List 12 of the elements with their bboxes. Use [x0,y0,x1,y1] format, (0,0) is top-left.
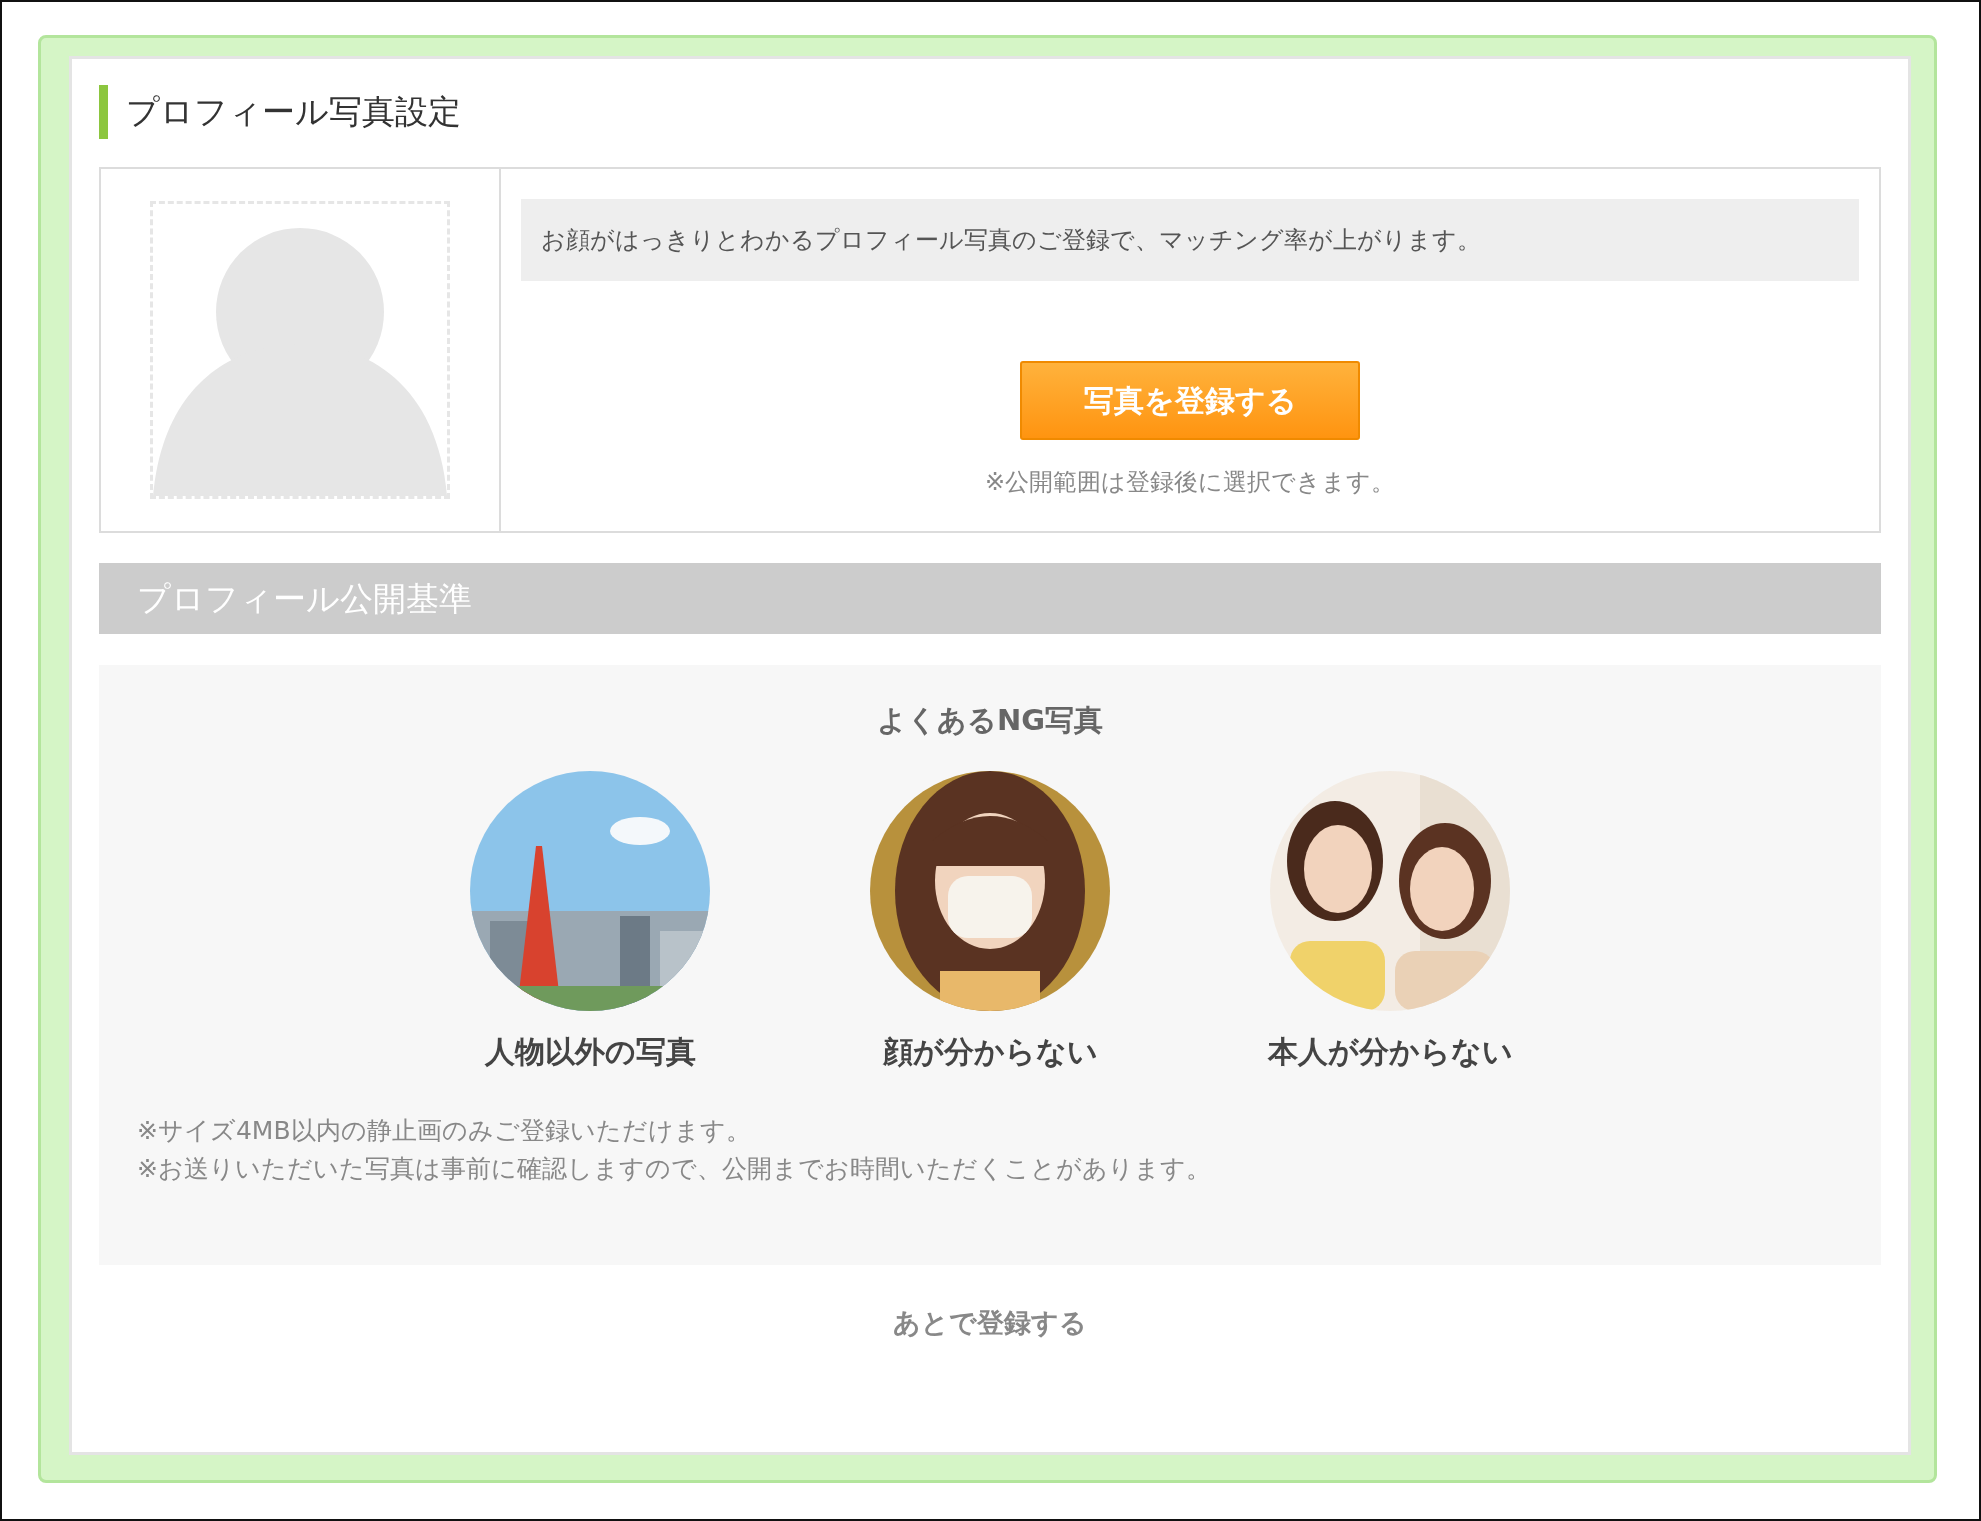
ng-photos-title: よくあるNG写真 [875,702,1105,739]
note-text: ※お送りいただいた写真は事前に確認しますので、公開までお時間いただくことがあります。 [137,1152,1212,1185]
note-text: ※サイズ4MB以内の静止画のみご登録いただけます。 [137,1114,752,1147]
example-caption: 人物以外の写真 [484,1032,696,1071]
register-photo-button[interactable]: 写真を登録する [1020,361,1360,440]
visibility-note: ※公開範囲は登録後に選択できます。 [984,467,1396,498]
avatar-placeholder-icon [150,201,450,499]
example-caption: 本人が分からない [1267,1032,1513,1071]
section-title: プロフィール写真設定 [99,85,1881,139]
register-later-link[interactable]: あとで登録する [893,1303,1087,1344]
example-caption: 顔が分からない [882,1032,1098,1071]
hint-text: お顔がはっきりとわかるプロフィール写真のご登録で、マッチング率が上がります。 [521,199,1859,281]
